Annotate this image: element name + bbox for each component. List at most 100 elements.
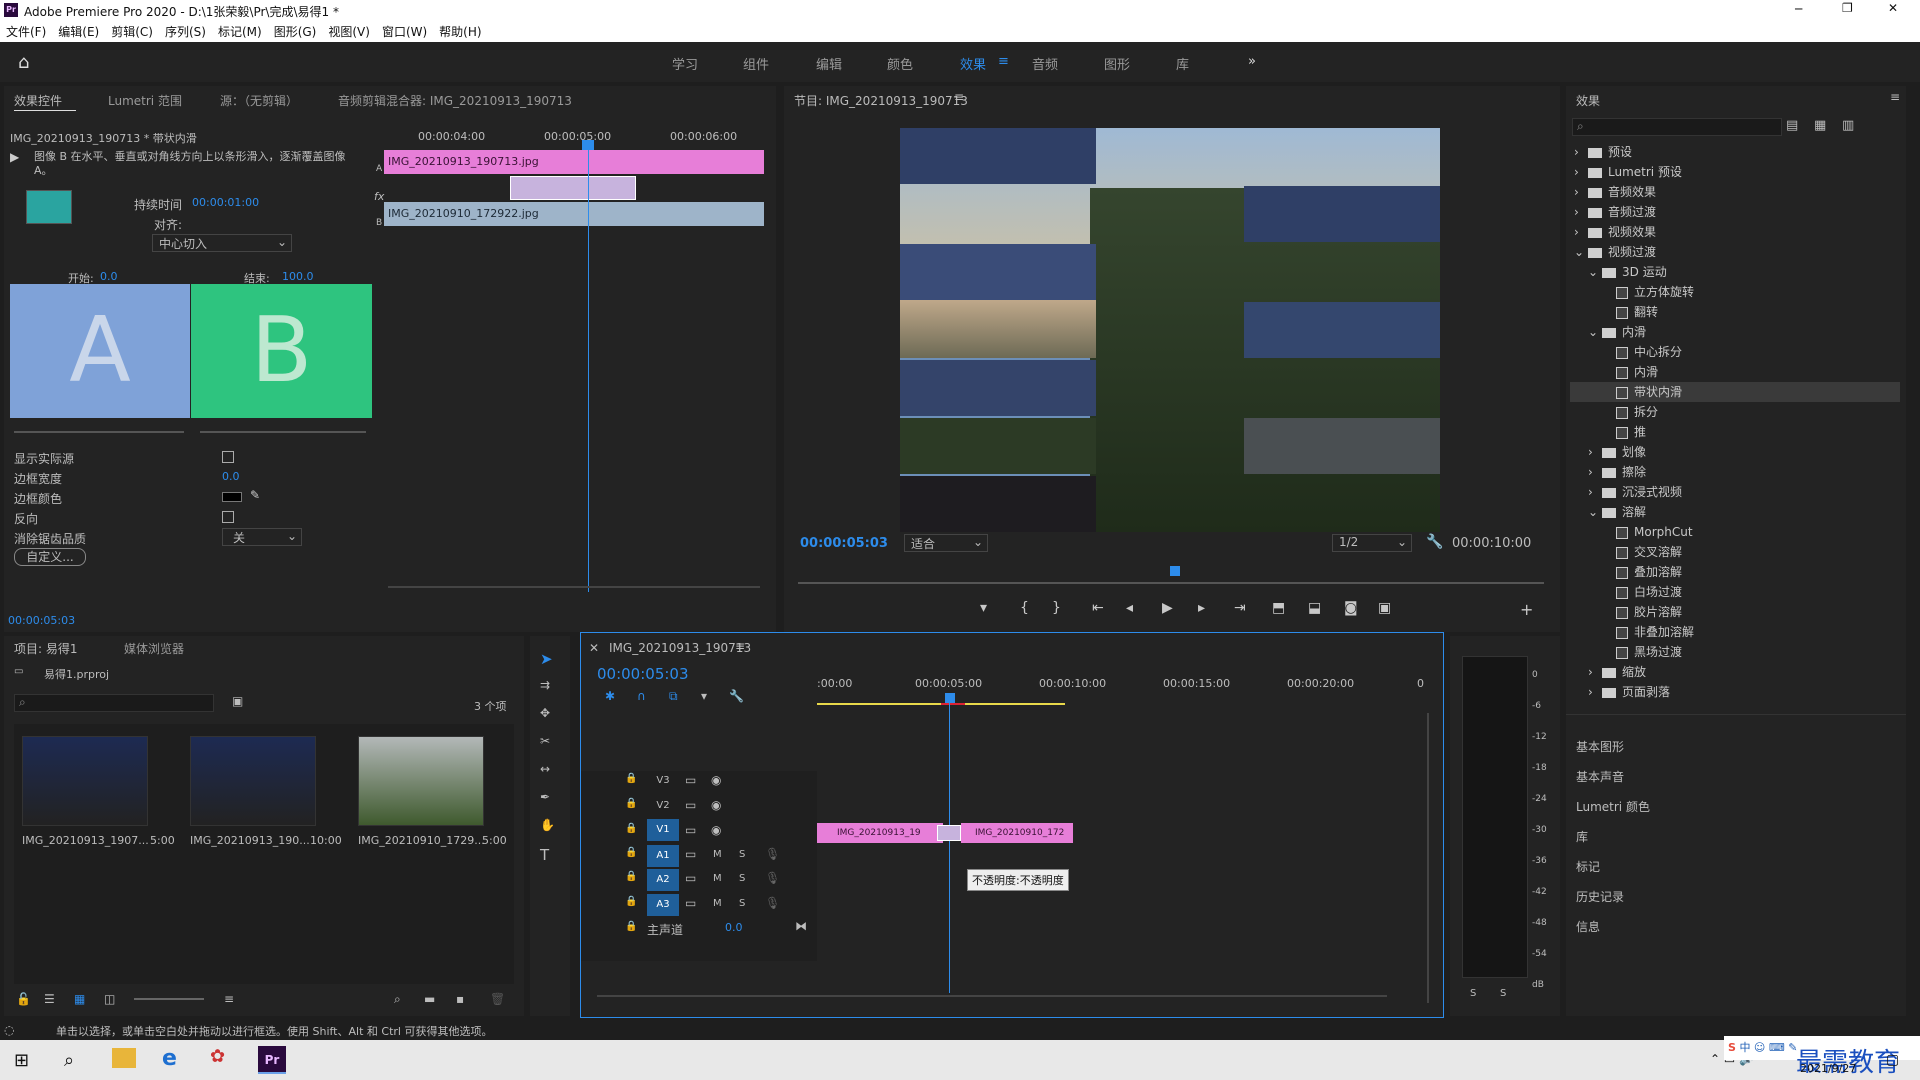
eye-icon[interactable]: ◉ <box>711 823 721 837</box>
go-to-in-icon[interactable]: ⇤ <box>1092 600 1104 616</box>
mic-icon[interactable]: 🎙 <box>765 871 780 885</box>
effects-item[interactable]: 带状内滑 <box>1570 382 1900 402</box>
nest-icon[interactable]: ✱ <box>605 689 615 703</box>
eye-icon[interactable]: ◉ <box>711 798 721 812</box>
start-slider[interactable] <box>14 431 184 433</box>
effects-folder[interactable]: › 音频过渡 <box>1570 202 1900 222</box>
transition-thumbnail[interactable] <box>26 190 72 224</box>
windows-start-icon[interactable]: ⊞ <box>14 1050 29 1071</box>
track-label-a3[interactable]: A3 <box>647 894 679 916</box>
track-lock-icon[interactable]: 🔒 <box>625 773 637 784</box>
align-select[interactable]: 中心切入 ⌄ <box>152 234 292 252</box>
timeline-playhead-handle[interactable] <box>945 693 955 703</box>
snap-icon[interactable]: ∩ <box>637 689 646 703</box>
mute-button[interactable]: M <box>713 898 722 909</box>
go-to-end-icon[interactable]: ⧓ <box>795 919 807 933</box>
pen-tool-icon[interactable]: ✒ <box>540 790 550 804</box>
project-item-thumb[interactable] <box>22 736 148 826</box>
solo-button[interactable]: S <box>739 898 745 909</box>
chevron-right-icon[interactable]: › <box>1588 682 1602 702</box>
go-to-out-icon[interactable]: ⇥ <box>1234 600 1246 616</box>
ws-libraries[interactable]: 库 <box>1176 54 1189 73</box>
effects-item[interactable]: 翻转 <box>1570 302 1900 322</box>
custom-button[interactable]: 自定义... <box>14 548 86 566</box>
start-value[interactable]: 0.0 <box>100 270 118 283</box>
effects-folder[interactable]: ⌄ 内滑 <box>1570 322 1900 342</box>
selection-tool-icon[interactable]: ➤ <box>540 650 553 668</box>
ws-color[interactable]: 颜色 <box>887 54 913 73</box>
sync-lock-icon[interactable]: ▭ <box>685 871 696 885</box>
new-bin-search-icon[interactable]: ▣ <box>232 694 243 708</box>
sync-lock-icon[interactable]: ▭ <box>685 847 696 861</box>
mark-in-icon[interactable]: { <box>1020 600 1029 616</box>
zoom-slider[interactable] <box>134 998 204 1000</box>
ws-learn[interactable]: 学习 <box>672 54 698 73</box>
timeline-vscroll[interactable] <box>1427 713 1429 1003</box>
chevron-down-icon[interactable]: ⌄ <box>1588 502 1602 522</box>
master-value[interactable]: 0.0 <box>725 921 743 934</box>
mark-out-icon[interactable]: } <box>1052 600 1061 616</box>
effects-folder[interactable]: › Lumetri 预设 <box>1570 162 1900 182</box>
ws-graphics[interactable]: 图形 <box>1104 54 1130 73</box>
chevron-right-icon[interactable]: › <box>1574 222 1588 242</box>
meter-solo-left[interactable]: S <box>1470 988 1476 999</box>
effects-item[interactable]: 叠加溶解 <box>1570 562 1900 582</box>
program-timecode[interactable]: 00:00:05:03 <box>800 536 888 551</box>
effects-item[interactable]: 推 <box>1570 422 1900 442</box>
duration-value[interactable]: 00:00:01:00 <box>192 196 259 209</box>
menu-help[interactable]: 帮助(H) <box>439 22 481 42</box>
end-slider[interactable] <box>200 431 366 433</box>
mic-icon[interactable]: 🎙 <box>765 847 780 861</box>
tab-source[interactable]: 源：（无剪辑） <box>220 92 298 109</box>
ws-more-icon[interactable]: » <box>1248 54 1256 69</box>
effects-item[interactable]: 中心拆分 <box>1570 342 1900 362</box>
yuv-effects-icon[interactable]: ▥ <box>1842 118 1854 133</box>
32bit-effects-icon[interactable]: ▦ <box>1814 118 1826 133</box>
timeline-zoom-bar[interactable] <box>597 995 1387 997</box>
tab-project[interactable]: 项目: 易得1 <box>14 640 78 657</box>
freeform-view-icon[interactable]: ◫ <box>104 992 115 1006</box>
show-source-checkbox[interactable] <box>222 451 234 463</box>
effects-folder[interactable]: › 音频效果 <box>1570 182 1900 202</box>
solo-button[interactable]: S <box>739 849 745 860</box>
ec-clip-a[interactable]: IMG_20210913_190713.jpg <box>384 150 764 174</box>
effects-folder[interactable]: › 划像 <box>1570 442 1900 462</box>
icon-view-icon[interactable]: ▦ <box>74 992 85 1006</box>
section-markers[interactable]: 标记 <box>1576 858 1600 875</box>
effects-item[interactable]: 立方体旋转 <box>1570 282 1900 302</box>
ws-audio[interactable]: 音频 <box>1032 54 1058 73</box>
border-color-swatch[interactable] <box>222 492 242 502</box>
section-essential-graphics[interactable]: 基本图形 <box>1576 738 1624 755</box>
timeline-playhead[interactable] <box>949 703 950 993</box>
new-bin-icon[interactable]: ▬ <box>424 992 435 1006</box>
section-lumetri-color[interactable]: Lumetri 颜色 <box>1576 798 1650 815</box>
play-icon[interactable]: ▶ <box>1162 600 1173 616</box>
ec-zoom-bar[interactable] <box>388 586 760 588</box>
resolution-select[interactable]: 1/2 ⌄ <box>1332 534 1412 552</box>
camera-icon[interactable]: ◙ <box>1344 600 1358 616</box>
chevron-right-icon[interactable]: › <box>1588 662 1602 682</box>
lift-icon[interactable]: ⬒ <box>1272 600 1285 616</box>
mic-icon[interactable]: 🎙 <box>765 896 780 910</box>
effects-folder[interactable]: › 沉浸式视频 <box>1570 482 1900 502</box>
find-icon[interactable]: ⌕ <box>394 992 401 1007</box>
effects-folder[interactable]: ⌄ 视频过渡 <box>1570 242 1900 262</box>
effects-folder[interactable]: › 页面剥落 <box>1570 682 1900 702</box>
ripple-edit-tool-icon[interactable]: ✥ <box>540 706 550 720</box>
chevron-down-icon[interactable]: ⌄ <box>1588 322 1602 342</box>
track-label-a2[interactable]: A2 <box>647 869 679 891</box>
effects-folder[interactable]: › 缩放 <box>1570 662 1900 682</box>
timeline-settings-icon[interactable]: 🔧 <box>729 689 744 703</box>
sync-lock-icon[interactable]: ▭ <box>685 798 696 812</box>
add-marker-icon[interactable]: ▾ <box>701 689 707 703</box>
tab-media-browser[interactable]: 媒体浏览器 <box>124 640 184 657</box>
effects-item[interactable]: 内滑 <box>1570 362 1900 382</box>
sort-icon[interactable]: ≡ <box>224 992 234 1006</box>
effects-folder[interactable]: › 擦除 <box>1570 462 1900 482</box>
app-icon[interactable]: ✿ <box>210 1046 225 1067</box>
section-info[interactable]: 信息 <box>1576 918 1600 935</box>
tab-audio-clip-mixer[interactable]: 音频剪辑混合器: IMG_20210913_190713 <box>338 92 572 109</box>
track-lock-icon[interactable]: 🔒 <box>625 823 637 834</box>
menu-view[interactable]: 视图(V) <box>328 22 370 42</box>
effects-item[interactable]: 白场过渡 <box>1570 582 1900 602</box>
